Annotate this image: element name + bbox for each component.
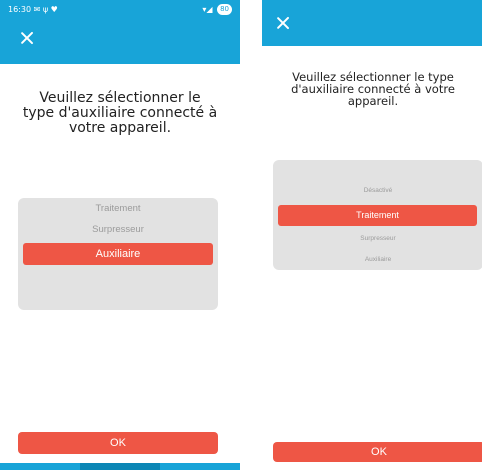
prompt-text: Veuillez sélectionner le type d'auxiliai…	[291, 70, 455, 108]
ok-button[interactable]: OK	[273, 442, 482, 462]
status-bar: 16:30 ✉ ψ ♥ ▾◢ 80	[0, 0, 240, 20]
right-screen: Veuillez sélectionner le type d'auxiliai…	[262, 0, 482, 470]
picker-option-traitement[interactable]: Traitement	[18, 200, 218, 218]
picker-option-traitement-selected[interactable]: Traitement	[278, 205, 477, 226]
battery-icon: 80	[217, 4, 232, 15]
picker-option-surpresseur[interactable]: Surpresseur	[273, 232, 482, 246]
auxiliary-type-picker[interactable]: Désactivé Traitement Surpresseur Auxilia…	[273, 160, 482, 270]
ok-button[interactable]: OK	[18, 432, 218, 454]
header-bar: 16:30 ✉ ψ ♥ ▾◢ 80	[0, 0, 240, 64]
prompt-text: Veuillez sélectionner le type d'auxiliai…	[22, 90, 218, 136]
picker-option-auxiliaire[interactable]: Auxiliaire	[273, 253, 482, 267]
status-time-text: 16:30	[8, 5, 32, 14]
header-bar	[262, 0, 482, 46]
status-indicators: ▾◢ 80	[202, 0, 232, 20]
close-icon[interactable]	[276, 16, 290, 30]
nav-handle[interactable]	[80, 463, 160, 470]
notification-icons: ✉ ψ ♥	[33, 5, 58, 14]
left-screen: 16:30 ✉ ψ ♥ ▾◢ 80 Veuillez sélectionner …	[0, 0, 240, 470]
status-time: 16:30 ✉ ψ ♥	[8, 0, 58, 20]
picker-option-desactive[interactable]: Désactivé	[273, 184, 482, 198]
picker-option-auxiliaire-selected[interactable]: Auxiliaire	[23, 243, 213, 265]
auxiliary-type-picker[interactable]: Traitement Surpresseur Auxiliaire	[18, 198, 218, 310]
navigation-bar	[0, 463, 240, 470]
signal-icon: ▾◢	[202, 5, 213, 14]
close-icon[interactable]	[20, 31, 34, 45]
picker-option-surpresseur[interactable]: Surpresseur	[18, 221, 218, 239]
